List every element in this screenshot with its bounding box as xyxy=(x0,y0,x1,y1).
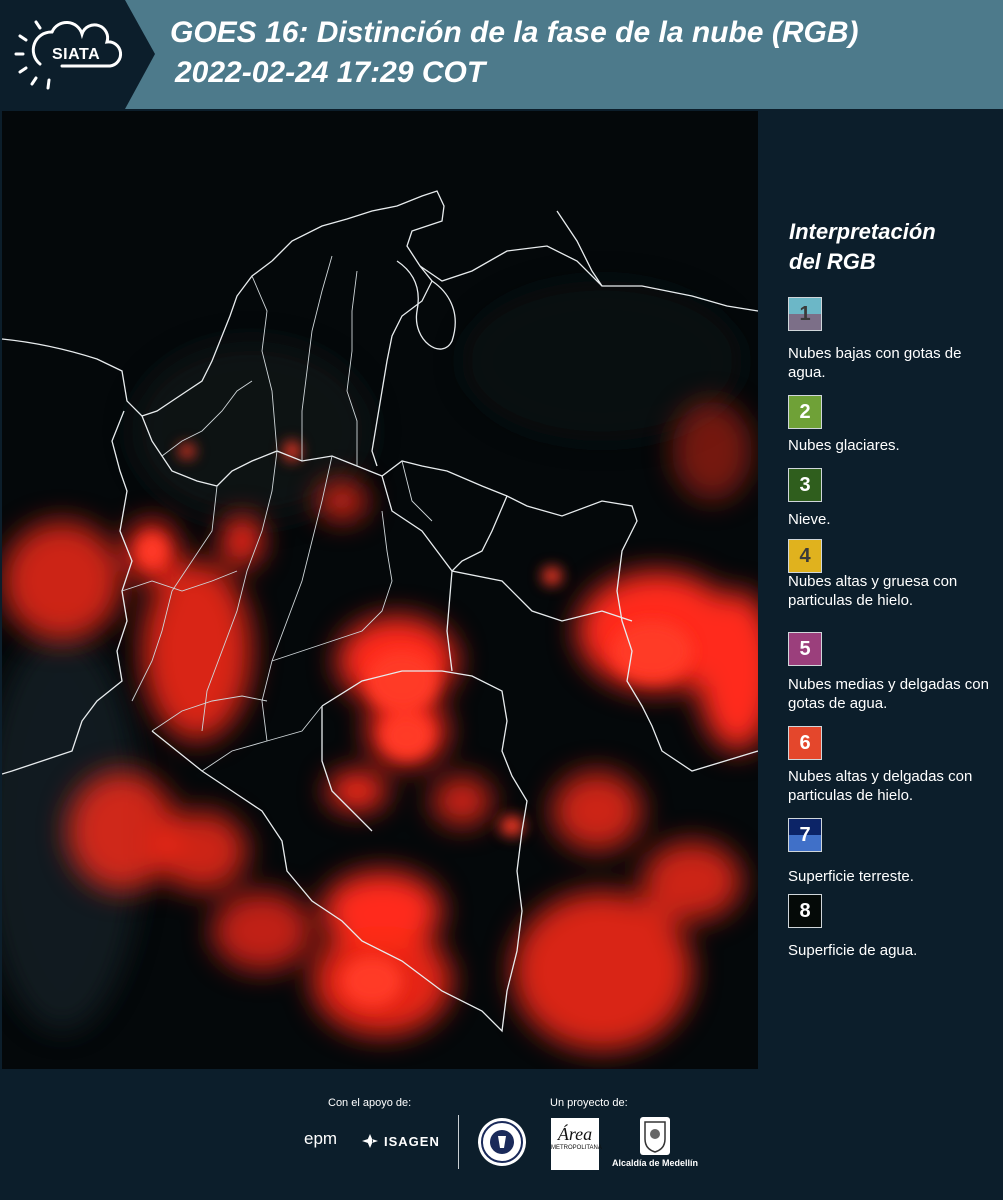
epm-logo: epm xyxy=(304,1129,338,1148)
legend-swatch-number: 7 xyxy=(799,824,811,846)
legend-label-5: Nubes medias y delgadas con gotas de agu… xyxy=(788,676,989,712)
area-logo-text: Área xyxy=(557,1124,593,1144)
legend-swatch-number: 6 xyxy=(799,732,811,754)
university-seal-icon xyxy=(478,1118,526,1166)
satellite-rgb-map xyxy=(2,111,758,1069)
legend-swatch-3: 3 xyxy=(788,468,822,502)
area-logo-sub: METROPOLITANA xyxy=(551,1145,602,1151)
legend-label-3: Nieve. xyxy=(788,511,831,528)
legend-swatch-number: 5 xyxy=(799,638,811,660)
legend-label-6: Nubes altas y delgadas con particulas de… xyxy=(788,768,973,804)
map-graphic xyxy=(2,111,758,1069)
legend-title-line2: del RGB xyxy=(789,249,876,274)
legend-label-2: Nubes glaciares. xyxy=(788,437,900,454)
legend-swatch-number: 1 xyxy=(799,303,811,325)
alcaldia-medellin-logo: Alcaldía de Medellín xyxy=(612,1158,699,1168)
legend-swatch-6: 6 xyxy=(788,726,822,760)
legend-swatch-1: 1 xyxy=(788,297,822,331)
legend-swatch-number: 2 xyxy=(799,401,811,423)
legend-swatch-number: 3 xyxy=(799,474,811,496)
legend-swatch-4: 4 xyxy=(788,539,822,573)
legend-label-4: Nubes altas y gruesa con particulas de h… xyxy=(788,573,958,609)
header-bar: SIATA GOES 16: Distinción de la fase de … xyxy=(0,0,1003,109)
page-timestamp: 2022-02-24 17:29 COT xyxy=(175,56,486,89)
legend-swatch-number: 8 xyxy=(799,900,811,922)
page-title: GOES 16: Distinción de la fase de la nub… xyxy=(170,16,859,49)
legend-swatch-8: 8 xyxy=(788,894,822,928)
legend-swatch-5: 5 xyxy=(788,632,822,666)
footer: Con el apoyo de: Un proyecto de: epm ISA… xyxy=(0,1071,1003,1200)
isagen-icon xyxy=(362,1134,378,1148)
legend-label-7: Superficie terreste. xyxy=(788,868,914,885)
logo-text: SIATA xyxy=(52,46,101,63)
legend-title: Interpretación del RGB xyxy=(789,217,989,277)
isagen-logo: ISAGEN xyxy=(384,1134,440,1149)
siata-logo: SIATA xyxy=(0,0,155,109)
support-label: Con el apoyo de: xyxy=(328,1097,412,1109)
medellin-shield-icon xyxy=(640,1117,670,1155)
legend-swatch-2: 2 xyxy=(788,395,822,429)
legend-label-8: Superficie de agua. xyxy=(788,942,918,959)
footer-divider xyxy=(458,1115,459,1169)
legend-panel: Interpretación del RGB 1 Nubes bajas con … xyxy=(760,109,1003,1071)
area-metropolitana-logo: Área METROPOLITANA xyxy=(551,1118,602,1170)
project-label: Un proyecto de: xyxy=(550,1097,628,1109)
legend-swatch-number: 4 xyxy=(799,545,811,567)
legend-title-line1: Interpretación xyxy=(789,219,936,244)
legend-swatch-7: 7 xyxy=(788,818,822,852)
legend-label-1: Nubes bajas con gotas de agua. xyxy=(788,345,962,381)
